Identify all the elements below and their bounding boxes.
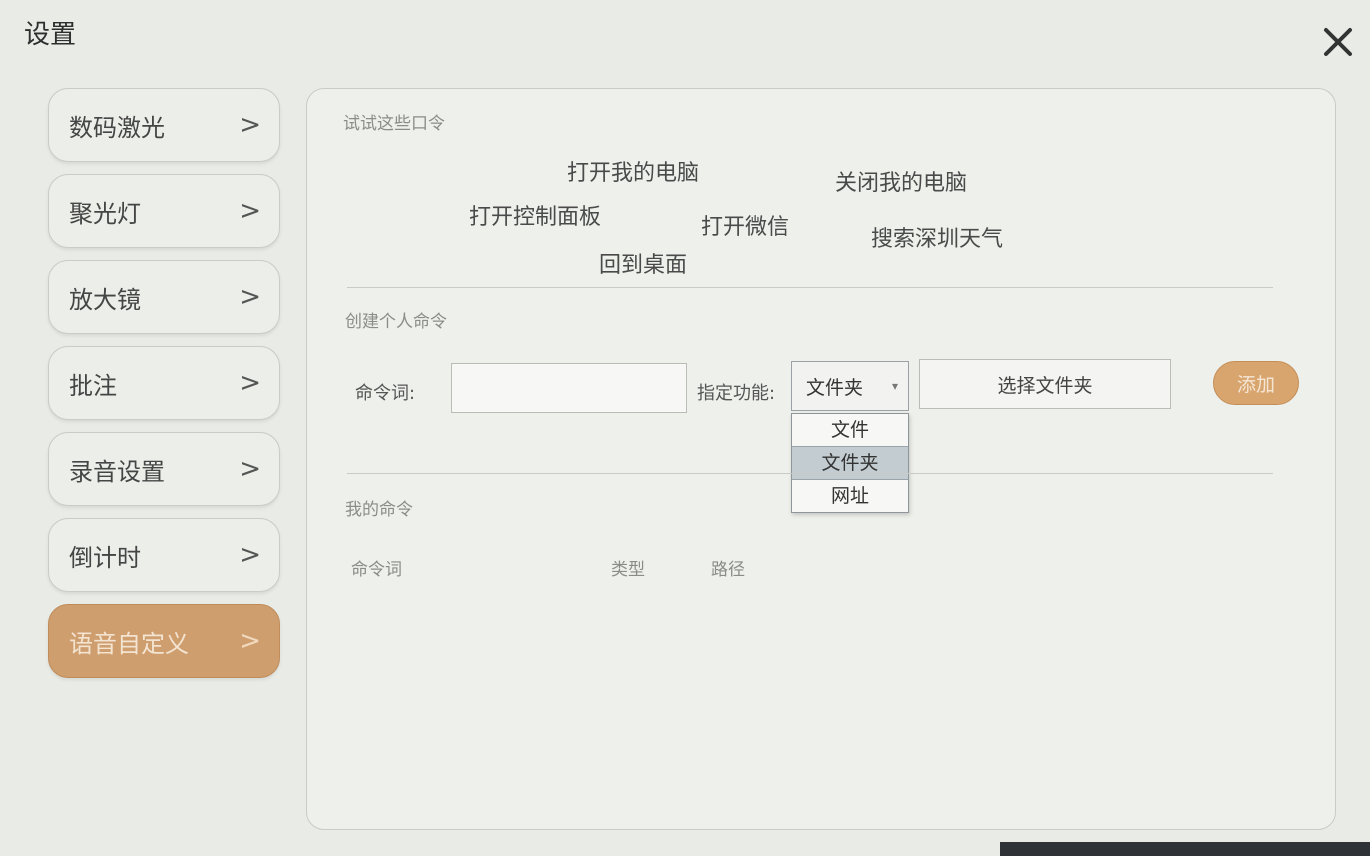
window-title: 设置 xyxy=(24,20,77,50)
column-header-type: 类型 xyxy=(611,560,645,580)
divider xyxy=(347,287,1273,288)
divider xyxy=(347,473,1273,474)
dropdown-option-file[interactable]: 文件 xyxy=(792,414,908,446)
taskbar-edge xyxy=(1000,842,1370,856)
column-header-command: 命令词 xyxy=(351,560,402,580)
dropdown-option-folder[interactable]: 文件夹 xyxy=(792,446,908,480)
create-command-title: 创建个人命令 xyxy=(345,312,447,332)
sidebar-item-label: 倒计时 xyxy=(69,543,141,572)
sidebar-item-label: 数码激光 xyxy=(69,113,165,142)
sidebar-item-voice-custom[interactable]: 语音自定义 > xyxy=(48,604,280,678)
sidebar-item-label: 录音设置 xyxy=(69,457,165,486)
sidebar-item-laser[interactable]: 数码激光 > xyxy=(48,88,280,162)
sidebar-item-label: 放大镜 xyxy=(69,285,141,314)
command-chip[interactable]: 回到桌面 xyxy=(599,247,687,279)
chevron-right-icon: > xyxy=(239,540,261,570)
chevron-right-icon: > xyxy=(239,110,261,140)
chevron-right-icon: > xyxy=(239,626,261,656)
sidebar-item-label: 语音自定义 xyxy=(69,629,189,658)
chevron-right-icon: > xyxy=(239,454,261,484)
sidebar-item-annotate[interactable]: 批注 > xyxy=(48,346,280,420)
dropdown-option-url[interactable]: 网址 xyxy=(792,480,908,512)
command-chip[interactable]: 搜索深圳天气 xyxy=(871,221,1003,253)
sidebar-item-magnifier[interactable]: 放大镜 > xyxy=(48,260,280,334)
sidebar-item-spotlight[interactable]: 聚光灯 > xyxy=(48,174,280,248)
function-dropdown: 文件 文件夹 网址 xyxy=(791,413,909,513)
command-name-label: 命令词: xyxy=(355,383,416,404)
command-chip[interactable]: 打开微信 xyxy=(701,209,789,241)
chevron-down-icon: ▾ xyxy=(891,379,898,393)
function-select[interactable]: 文件夹 ▾ xyxy=(791,361,909,411)
function-label: 指定功能: xyxy=(697,383,776,404)
sidebar-item-recording[interactable]: 录音设置 > xyxy=(48,432,280,506)
chevron-right-icon: > xyxy=(239,368,261,398)
command-chip[interactable]: 打开控制面板 xyxy=(469,199,601,231)
command-chip[interactable]: 关闭我的电脑 xyxy=(835,165,967,197)
sidebar-item-label: 批注 xyxy=(69,371,117,400)
column-header-path: 路径 xyxy=(711,560,745,580)
settings-panel: 试试这些口令 打开我的电脑 关闭我的电脑 打开控制面板 打开微信 搜索深圳天气 … xyxy=(306,88,1336,830)
command-name-input[interactable] xyxy=(451,363,687,413)
close-button[interactable] xyxy=(1318,22,1358,62)
my-commands-title: 我的命令 xyxy=(345,500,413,520)
function-select-value: 文件夹 xyxy=(806,376,864,399)
sidebar-item-countdown[interactable]: 倒计时 > xyxy=(48,518,280,592)
chevron-right-icon: > xyxy=(239,196,261,226)
try-commands-title: 试试这些口令 xyxy=(343,114,445,134)
add-button[interactable]: 添加 xyxy=(1213,361,1299,405)
choose-folder-button[interactable]: 选择文件夹 xyxy=(919,359,1171,409)
close-icon[interactable] xyxy=(1318,22,1358,62)
chevron-right-icon: > xyxy=(239,282,261,312)
sidebar-item-label: 聚光灯 xyxy=(69,199,141,228)
command-chip[interactable]: 打开我的电脑 xyxy=(567,155,699,187)
